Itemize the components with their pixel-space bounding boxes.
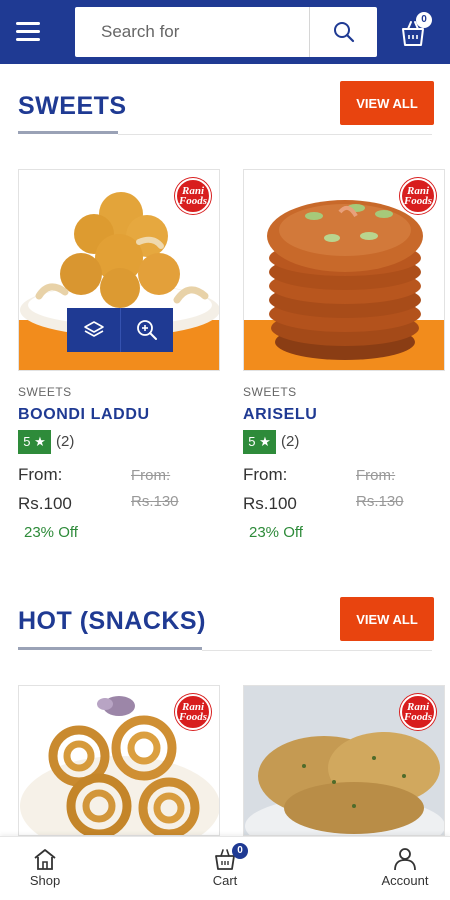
discount-label: 23% Off: [24, 524, 78, 541]
price: Rs.100: [243, 494, 297, 513]
product-image-chakli[interactable]: Rani Foods: [18, 685, 220, 836]
view-all-sweets-button[interactable]: VIEW ALL: [340, 81, 434, 125]
brand-logo: Rani Foods: [175, 178, 211, 214]
product-image-boondi-laddu[interactable]: Rani Foods: [18, 169, 220, 371]
review-count: (2): [281, 433, 300, 450]
home-icon: [34, 849, 56, 870]
nav-account[interactable]: Account: [370, 837, 440, 900]
header-cart-badge: 0: [416, 12, 432, 28]
brand-logo: Rani Foods: [400, 694, 436, 730]
user-icon: [394, 848, 416, 871]
hamburger-menu-icon[interactable]: [16, 22, 40, 42]
app-header: 0: [0, 0, 450, 64]
section-divider: [118, 134, 432, 135]
compare-button[interactable]: [67, 308, 120, 352]
product-category: SWEETS: [18, 385, 72, 399]
nav-shop-label: Shop: [29, 873, 61, 888]
brand-logo: Rani Foods: [400, 178, 436, 214]
search-bar: [75, 7, 377, 57]
price-from-label: From:: [243, 465, 288, 484]
bottom-navigation: Shop Cart 0 Account: [0, 836, 450, 900]
view-all-snacks-button[interactable]: VIEW ALL: [340, 597, 434, 641]
product-image-snack[interactable]: Rani Foods: [243, 685, 445, 836]
section-divider: [202, 650, 432, 651]
quick-view-button[interactable]: [120, 308, 173, 352]
layers-icon: [83, 321, 104, 337]
quick-actions: [67, 308, 173, 352]
old-price: Rs.130: [356, 493, 404, 510]
price-from-label: From:: [18, 465, 63, 484]
price: Rs.100: [18, 494, 72, 513]
product-category: SWEETS: [243, 385, 297, 399]
old-price: Rs.130: [131, 493, 179, 510]
nav-cart-label: Cart: [212, 873, 238, 888]
section-underline: [18, 131, 118, 134]
rating-badge: 5 ★: [243, 430, 276, 454]
section-title-hot-snacks: HOT (SNACKS): [18, 607, 206, 635]
old-price-from-label: From:: [131, 467, 171, 484]
product-image-ariselu[interactable]: Rani Foods: [243, 169, 445, 371]
cart-count-badge: 0: [232, 843, 248, 859]
old-price-from-label: From:: [356, 467, 396, 484]
search-icon: [333, 22, 354, 43]
search-button[interactable]: [310, 7, 377, 57]
brand-logo: Rani Foods: [175, 694, 211, 730]
review-count: (2): [56, 433, 75, 450]
product-name[interactable]: ARISELU: [243, 406, 317, 424]
rating-badge: 5 ★: [18, 430, 51, 454]
zoom-in-icon: [137, 320, 157, 340]
search-input[interactable]: [75, 7, 309, 57]
nav-shop[interactable]: Shop: [16, 837, 74, 900]
discount-label: 23% Off: [249, 524, 303, 541]
nav-account-label: Account: [381, 873, 429, 888]
header-cart-button[interactable]: 0: [396, 12, 432, 50]
nav-cart[interactable]: Cart 0: [196, 837, 254, 900]
section-underline: [18, 647, 202, 650]
section-title-sweets: SWEETS: [18, 92, 127, 120]
product-name[interactable]: BOONDI LADDU: [18, 406, 150, 424]
